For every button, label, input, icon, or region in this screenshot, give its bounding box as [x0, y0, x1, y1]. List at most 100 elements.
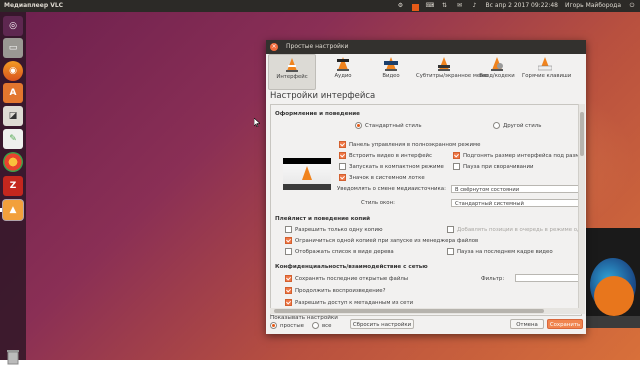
checkbox[interactable] — [285, 237, 292, 244]
tab-interface-label: Интерфейс — [276, 74, 308, 80]
cb-systray-icon[interactable]: Значок в системном лотке — [339, 174, 425, 181]
radio-standard[interactable] — [355, 122, 362, 129]
cb-pause-minimize[interactable]: Пауза при сворачивании — [453, 163, 533, 170]
horizontal-scrollbar[interactable] — [270, 308, 580, 314]
system-monitor-icon[interactable]: ◪ — [3, 106, 23, 126]
tab-interface[interactable]: Интерфейс — [268, 54, 316, 90]
settings-scroll-area[interactable]: Оформление и поведение Стандартный стиль… — [270, 104, 582, 316]
checkbox[interactable] — [285, 248, 292, 255]
cb-network-metadata[interactable]: Разрешить доступ к метаданным из сети — [285, 299, 413, 306]
volume-icon[interactable]: ♪ — [471, 0, 479, 12]
look-section-title: Оформление и поведение — [275, 111, 360, 117]
cb-limit-instance[interactable]: Ограничиться одной копией при запуске из… — [285, 237, 478, 244]
scroll-thumb[interactable] — [274, 309, 544, 313]
vlc-tray-icon[interactable] — [411, 3, 419, 11]
vlc-launcher-icon[interactable]: ▲ — [3, 200, 23, 220]
tab-video[interactable]: Видео — [368, 54, 414, 88]
cancel-button[interactable]: Отмена — [510, 319, 544, 329]
network-icon[interactable]: ⇅ — [441, 0, 449, 12]
checkbox[interactable] — [453, 152, 460, 159]
filezilla-icon[interactable]: Z — [3, 176, 23, 196]
clock[interactable]: Вс апр 2 2017 09:22:48 — [486, 0, 559, 12]
cb-resize-interface[interactable]: Подгонять размер интерфейса под разм — [453, 152, 579, 159]
preferences-dialog: × Простые настройки Интерфейс Аудио Виде… — [266, 40, 586, 334]
tab-input-codecs[interactable]: Ввод/кодеки — [474, 54, 520, 88]
power-icon[interactable]: ⏻ — [628, 0, 636, 12]
notify-label: Уведомлять о смене медиаисточника: — [337, 186, 446, 192]
checkbox[interactable] — [339, 152, 346, 159]
keyboard-icon[interactable]: ⌨ — [426, 0, 435, 12]
reset-button[interactable]: Сбросить настройки — [350, 319, 414, 329]
tab-audio[interactable]: Аудио — [320, 54, 366, 88]
cb-embed-video[interactable]: Встроить видео в интерфейс — [339, 152, 432, 159]
text-editor-icon[interactable]: ✎ — [3, 129, 23, 149]
files-icon[interactable]: ▭ — [3, 38, 23, 58]
tab-subtitles-label: Субтитры/экранное меню — [416, 73, 489, 79]
cb-tree-view[interactable]: Отображать список в виде дерева — [285, 248, 394, 255]
cb-enqueue[interactable]: Добавлять позиции в очередь в режиме од — [447, 226, 581, 233]
checkbox[interactable] — [339, 141, 346, 148]
radio-all[interactable]: все — [312, 322, 331, 329]
settings-icon[interactable]: ⚙ — [397, 0, 405, 12]
radio-simple-button[interactable] — [270, 322, 277, 329]
active-app-title: Медиаплеер VLC — [4, 2, 64, 9]
cb-fullscreen-panel[interactable]: Панель управления в полноэкранном режиме — [339, 141, 480, 148]
checkbox[interactable] — [285, 275, 292, 282]
save-button[interactable]: Сохранить — [547, 319, 583, 329]
system-tray: ⚙ ⌨ ⇅ ✉ ♪ Вс апр 2 2017 09:22:48 Игорь М… — [397, 0, 637, 12]
tab-hotkeys[interactable]: Горячие клавиши — [522, 54, 572, 88]
radio-standard-style[interactable]: Стандартный стиль — [355, 122, 422, 129]
running-indicator — [0, 208, 2, 212]
notify-select[interactable]: В свёрнутом состоянии — [451, 185, 581, 193]
close-icon[interactable]: × — [270, 43, 278, 51]
checkbox[interactable] — [285, 299, 292, 306]
cb-continue-playback[interactable]: Продолжить воспроизведение? — [285, 287, 385, 294]
mail-icon[interactable]: ✉ — [456, 0, 464, 12]
checkbox[interactable] — [339, 174, 346, 181]
dialog-title: Простые настройки — [286, 43, 349, 50]
checkbox[interactable] — [285, 287, 292, 294]
cb-label: Разрешить доступ к метаданным из сети — [295, 299, 414, 306]
checkbox[interactable] — [447, 248, 454, 255]
user-name[interactable]: Игорь Майборода — [565, 0, 621, 12]
radio-other[interactable] — [493, 122, 500, 129]
dialog-titlebar: × Простые настройки — [266, 40, 586, 54]
cb-label: Панель управления в полноэкранном режиме — [349, 141, 481, 148]
checkbox[interactable] — [285, 226, 292, 233]
cb-label: Значок в системном лотке — [349, 174, 425, 181]
ubuntu-dash-icon[interactable]: ◎ — [3, 16, 23, 36]
radio-all-button[interactable] — [312, 322, 319, 329]
tab-subtitles-osd[interactable]: Субтитры/экранное меню — [416, 54, 489, 88]
subtitles-icon — [437, 56, 451, 72]
radio-other-style[interactable]: Другой стиль — [493, 122, 541, 129]
software-center-icon[interactable]: A — [3, 83, 23, 103]
cb-save-recent[interactable]: Сохранять последние открытые файлы — [285, 275, 408, 282]
input-codecs-icon — [490, 56, 504, 72]
cb-compact-mode[interactable]: Запускать в компактном режиме — [339, 163, 444, 170]
vlc-artwork-orange — [594, 276, 634, 316]
window-style-label: Стиль окон: — [361, 200, 395, 206]
checkbox[interactable] — [339, 163, 346, 170]
radio-simple-label: простые — [280, 322, 304, 329]
tab-hotkeys-label: Горячие клавиши — [522, 73, 572, 79]
cb-label: Разрешить только одну копию — [295, 226, 383, 233]
radio-simple[interactable]: простые — [270, 322, 304, 329]
mouse-cursor-icon — [253, 117, 261, 129]
cb-one-instance[interactable]: Разрешить только одну копию — [285, 226, 383, 233]
cb-label: Добавлять позиции в очередь в режиме од — [457, 226, 581, 233]
cb-pause-last-frame[interactable]: Пауза на последнем кадре видео — [447, 248, 553, 255]
trash-icon[interactable] — [3, 347, 23, 367]
cb-label: Отображать список в виде дерева — [295, 248, 394, 255]
scroll-thumb[interactable] — [580, 112, 584, 156]
checkbox[interactable] — [453, 163, 460, 170]
filter-input[interactable] — [515, 274, 579, 282]
tab-audio-label: Аудио — [334, 73, 352, 79]
vertical-scrollbar[interactable] — [578, 104, 585, 314]
tab-input-label: Ввод/кодеки — [479, 73, 515, 79]
cb-label: Продолжить воспроизведение? — [295, 287, 386, 294]
privacy-section-title: Конфиденциальность/взаимодействие с сеть… — [275, 264, 428, 270]
chromium-icon[interactable] — [3, 152, 23, 172]
checkbox[interactable] — [447, 226, 454, 233]
firefox-icon[interactable]: ◉ — [3, 61, 23, 81]
window-style-select[interactable]: Стандартный системный — [451, 199, 581, 207]
